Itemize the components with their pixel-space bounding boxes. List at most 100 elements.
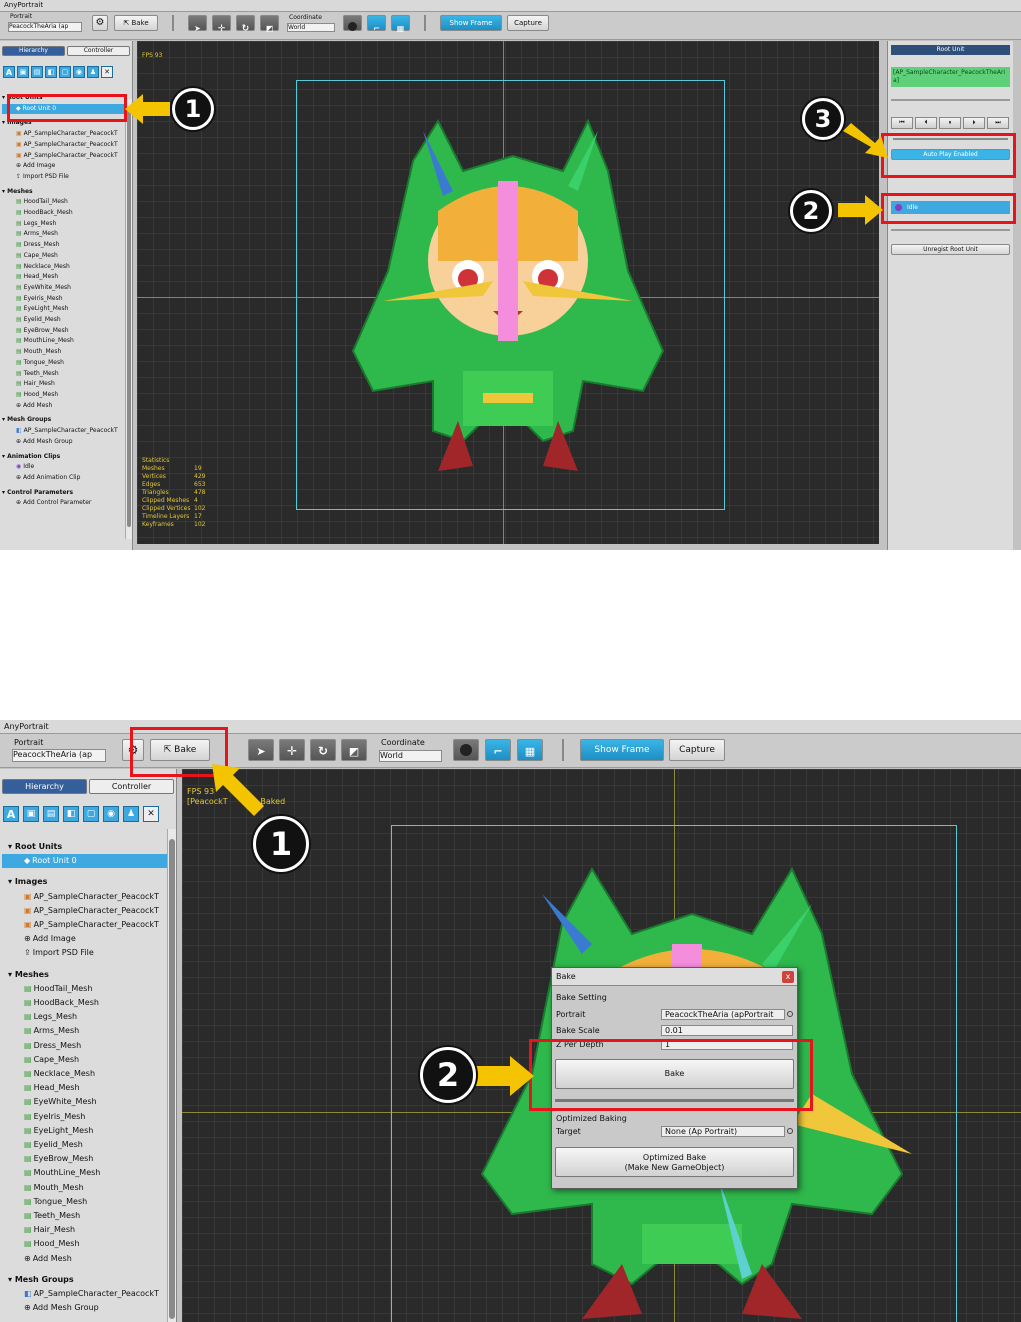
tree-item-mesh[interactable]: ▤ Dress_Mesh	[2, 240, 124, 251]
coordinate-select[interactable]: World	[379, 750, 442, 762]
scale-tool[interactable]: ◩	[260, 15, 279, 33]
settings-button[interactable]: ⚙	[92, 15, 108, 31]
tree-item-mesh[interactable]: ▤ Arms_Mesh	[2, 229, 124, 240]
tree-item-add-clip[interactable]: ⊕ Add Animation Clip	[2, 473, 124, 484]
tab-hierarchy[interactable]: Hierarchy	[2, 779, 87, 794]
tree-item-mesh[interactable]: ▤ Head_Mesh	[2, 272, 124, 283]
bone-toggle[interactable]: ⌐	[367, 15, 386, 33]
mesh-filter-icon[interactable]: ▤	[43, 806, 59, 822]
onion-toggle[interactable]	[343, 15, 362, 31]
tree-item-mesh[interactable]: ▤ Mouth_Mesh	[2, 1181, 168, 1195]
tree-item-image[interactable]: ▣ AP_SampleCharacter_PeacockT	[2, 918, 168, 932]
tree-item-root-unit[interactable]: ◆ Root Unit 0	[2, 854, 168, 869]
tree-item-mesh[interactable]: ▤ HoodTail_Mesh	[2, 982, 168, 996]
tree-item-add-mesh[interactable]: ⊕ Add Mesh	[2, 401, 124, 412]
tree-item-add-mesh-group[interactable]: ⊕ Add Mesh Group	[2, 437, 124, 448]
bone-toggle[interactable]: ⌐	[485, 739, 511, 761]
text-filter-icon[interactable]: A	[3, 66, 15, 78]
tab-hierarchy[interactable]: Hierarchy	[2, 46, 65, 56]
tree-item-clip-idle[interactable]: ◉ Idle	[2, 462, 124, 473]
meshgroup-filter-icon[interactable]: ◧	[63, 806, 79, 822]
hierarchy-scrollbar[interactable]	[167, 829, 176, 1322]
close-filter-icon[interactable]: ✕	[143, 806, 159, 822]
tree-item-mesh-group[interactable]: ◧ AP_SampleCharacter_PeacockT	[2, 1287, 168, 1301]
tree-item-mesh[interactable]: ▤ HoodBack_Mesh	[2, 208, 124, 219]
optimized-bake-button[interactable]: Optimized Bake (Make New GameObject)	[555, 1147, 794, 1177]
show-frame-button[interactable]: Show Frame	[580, 739, 664, 761]
param-filter-icon[interactable]: ♟	[123, 806, 139, 822]
animation-filter-icon[interactable]: ◉	[103, 806, 119, 822]
tree-item-mesh[interactable]: ▤ Dress_Mesh	[2, 1039, 168, 1053]
tree-item-mesh[interactable]: ▤ HoodBack_Mesh	[2, 996, 168, 1010]
portrait-object-field[interactable]: PeacockTheAria (apPortrait	[661, 1009, 785, 1020]
tree-item-mesh[interactable]: ▤ Hair_Mesh	[2, 379, 124, 390]
next-frame-button[interactable]: ⏵	[963, 117, 985, 129]
tree-item-mesh[interactable]: ▤ Cape_Mesh	[2, 1053, 168, 1067]
tree-item-image[interactable]: ▣ AP_SampleCharacter_PeacockT	[2, 904, 168, 918]
tree-item-mesh[interactable]: ▤ EyeWhite_Mesh	[2, 1095, 168, 1109]
tab-controller[interactable]: Controller	[67, 46, 130, 56]
tree-item-image[interactable]: ▣ AP_SampleCharacter_PeacockT	[2, 140, 124, 151]
tree-item-image[interactable]: ▣ AP_SampleCharacter_PeacockT	[2, 890, 168, 904]
tab-controller[interactable]: Controller	[89, 779, 174, 794]
tree-item-mesh[interactable]: ▤ Arms_Mesh	[2, 1024, 168, 1038]
first-frame-button[interactable]: ⏮	[891, 117, 913, 129]
target-object-field[interactable]: None (Ap Portrait)	[661, 1126, 785, 1137]
tree-item-mesh[interactable]: ▤ Necklace_Mesh	[2, 262, 124, 273]
portrait-field[interactable]: PeacockTheAria (ap	[8, 22, 82, 32]
image-filter-icon[interactable]: ▣	[17, 66, 29, 78]
coordinate-select[interactable]: World	[287, 23, 335, 32]
tree-item-mesh[interactable]: ▤ Hood_Mesh	[2, 390, 124, 401]
tree-item-mesh[interactable]: ▤ EyeIris_Mesh	[2, 294, 124, 305]
tree-item-add-mesh-group[interactable]: ⊕ Add Mesh Group	[2, 1301, 168, 1315]
move-tool[interactable]: ✛	[279, 739, 305, 761]
object-picker-icon[interactable]	[787, 1011, 793, 1017]
image-filter-icon[interactable]: ▣	[23, 806, 39, 822]
tree-item-mesh[interactable]: ▤ EyeIris_Mesh	[2, 1110, 168, 1124]
close-filter-icon[interactable]: ✕	[101, 66, 113, 78]
tree-item-mesh[interactable]: ▤ MouthLine_Mesh	[2, 336, 124, 347]
tree-item-mesh[interactable]: ▤ Legs_Mesh	[2, 219, 124, 230]
tree-item-mesh[interactable]: ▤ Legs_Mesh	[2, 1010, 168, 1024]
capture-button[interactable]: Capture	[507, 15, 549, 31]
tree-item-mesh[interactable]: ▤ Necklace_Mesh	[2, 1067, 168, 1081]
tree-item-image[interactable]: ▣ AP_SampleCharacter_PeacockT	[2, 129, 124, 140]
tree-item-add-param[interactable]: ⊕ Add Control Parameter	[2, 498, 124, 509]
tree-item-mesh[interactable]: ▤ Tongue_Mesh	[2, 1195, 168, 1209]
show-frame-button[interactable]: Show Frame	[440, 15, 502, 31]
hierarchy-scrollbar[interactable]	[125, 99, 132, 539]
tree-item-import-psd[interactable]: ⇪ Import PSD File	[2, 172, 124, 183]
capture-button[interactable]: Capture	[669, 739, 725, 761]
bake-button[interactable]: ⇱ Bake	[114, 15, 158, 31]
tree-item-mesh[interactable]: ▤ EyeBrow_Mesh	[2, 1152, 168, 1166]
physics-toggle[interactable]: ▦	[391, 15, 410, 33]
tree-item-mesh[interactable]: ▤ EyeWhite_Mesh	[2, 283, 124, 294]
tree-item-mesh-group[interactable]: ◧ AP_SampleCharacter_PeacockT	[2, 426, 124, 437]
physics-toggle[interactable]: ▦	[517, 739, 543, 761]
tree-item-image[interactable]: ▣ AP_SampleCharacter_PeacockT	[2, 151, 124, 162]
tree-item-mesh[interactable]: ▤ HoodTail_Mesh	[2, 197, 124, 208]
mesh-filter-icon[interactable]: ▤	[31, 66, 43, 78]
pause-button[interactable]: ⏸	[939, 117, 961, 129]
frame-filter-icon[interactable]: ▢	[83, 806, 99, 822]
tree-item-mesh[interactable]: ▤ EyeLight_Mesh	[2, 1124, 168, 1138]
meshgroup-filter-icon[interactable]: ◧	[45, 66, 57, 78]
close-icon[interactable]: x	[782, 971, 794, 983]
last-frame-button[interactable]: ⏭	[987, 117, 1009, 129]
portrait-field[interactable]: PeacockTheAria (ap	[12, 749, 106, 762]
tree-item-mesh[interactable]: ▤ Tongue_Mesh	[2, 358, 124, 369]
tree-item-mesh[interactable]: ▤ Hood_Mesh	[2, 1237, 168, 1251]
frame-filter-icon[interactable]: ▢	[59, 66, 71, 78]
tree-item-add-mesh[interactable]: ⊕ Add Mesh	[2, 1252, 168, 1266]
tree-item-mesh[interactable]: ▤ Eyelid_Mesh	[2, 315, 124, 326]
animation-filter-icon[interactable]: ◉	[73, 66, 85, 78]
select-tool[interactable]: ➤	[188, 15, 207, 33]
scale-tool[interactable]: ◩	[341, 739, 367, 761]
rotate-tool[interactable]: ↻	[236, 15, 255, 34]
param-filter-icon[interactable]: ♟	[87, 66, 99, 78]
editor-viewport[interactable]: FPS 93 Statistics Meshes 19 Vertices 429 Edg…	[137, 41, 879, 544]
prev-frame-button[interactable]: ⏴	[915, 117, 937, 129]
tree-item-mesh[interactable]: ▤ Mouth_Mesh	[2, 347, 124, 358]
tree-item-mesh[interactable]: ▤ Hair_Mesh	[2, 1223, 168, 1237]
onion-toggle[interactable]	[453, 739, 479, 761]
